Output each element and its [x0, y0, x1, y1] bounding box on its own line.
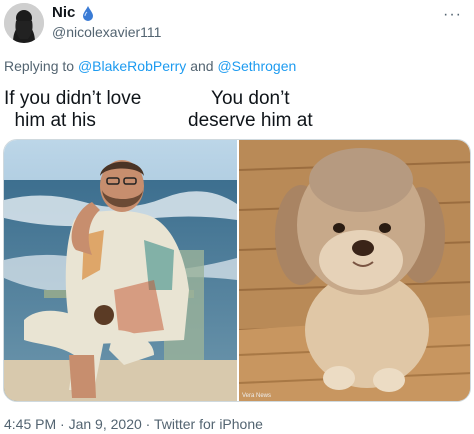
caption-right: You don’t deserve him at: [188, 88, 313, 131]
replying-joiner: and: [190, 58, 214, 74]
mention-sethrogen[interactable]: @Sethrogen: [217, 58, 296, 74]
meta-separator: ·: [145, 416, 151, 432]
tweet-meta: 4:45 PM · Jan 9, 2020 · Twitter for iPho…: [4, 416, 263, 432]
tweet-time[interactable]: 4:45 PM: [4, 416, 56, 432]
meta-separator: ·: [60, 416, 65, 432]
tweet-date[interactable]: Jan 9, 2020: [69, 416, 142, 432]
tweet: Nic @nicolexavier111 ··· Replying to @Bl…: [0, 0, 474, 434]
silhouette-avatar: [4, 3, 44, 43]
author-handle[interactable]: @nicolexavier111: [52, 24, 161, 40]
replying-to-line: Replying to @BlakeRobPerry and @Sethroge…: [4, 58, 296, 74]
display-name[interactable]: Nic: [52, 4, 75, 21]
replying-prefix: Replying to: [4, 58, 75, 74]
media-grid: Vera News: [3, 139, 471, 402]
man-in-beach-chair-photo[interactable]: [4, 140, 237, 401]
avatar[interactable]: [4, 3, 44, 43]
tweet-source[interactable]: Twitter for iPhone: [154, 416, 263, 432]
mention-blakerobperry[interactable]: @BlakeRobPerry: [78, 58, 186, 74]
name-row: Nic: [52, 4, 96, 21]
photo-credit: Vera News: [242, 393, 272, 399]
fluffy-dog-photo[interactable]: [239, 140, 470, 401]
caption-left: If you didn’t love him at his: [4, 88, 142, 131]
water-drop-emoji-icon: [80, 5, 96, 21]
more-options-icon[interactable]: ···: [443, 6, 462, 24]
